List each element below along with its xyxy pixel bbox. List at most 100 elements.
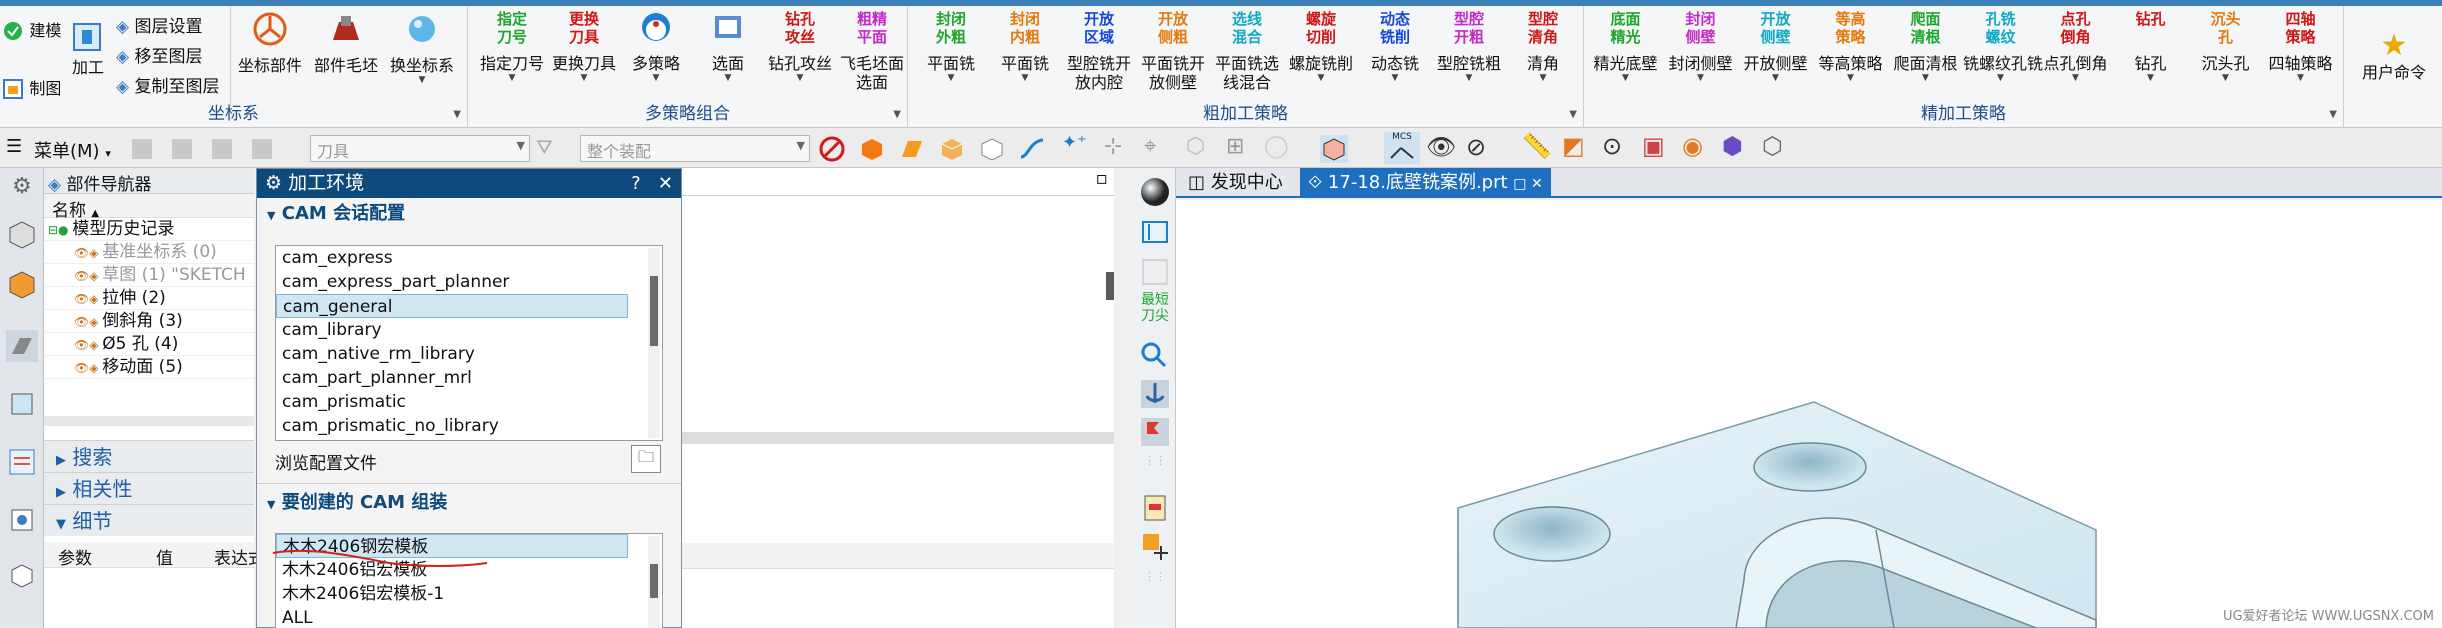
generate-path-icon[interactable] [1139, 416, 1171, 448]
group-expand-icon[interactable]: ▼ [2329, 109, 2337, 120]
filter-icon[interactable]: ⛛ [536, 135, 553, 159]
wireframe-box-icon[interactable] [1320, 135, 1348, 163]
rough-tool-7[interactable]: 型腔 开粗 型腔铣粗 ▼ [1432, 10, 1506, 83]
layer-cube-icon[interactable]: ⬢ [1722, 132, 1743, 160]
tree-node[interactable]: 👁◈ Ø5 孔 (4) [44, 333, 254, 356]
points-icon[interactable]: ✦⁺ [1062, 132, 1087, 153]
inspect-icon[interactable]: ⊙ [1602, 132, 1622, 160]
browse-folder-button[interactable]: 🗀 [631, 445, 661, 473]
config-option[interactable]: cam_express_part_planner [276, 270, 628, 294]
rough-tool-3[interactable]: 开放 侧粗 平面铣开 放侧壁 [1136, 10, 1210, 92]
snap-icon[interactable]: ⊹ [1104, 134, 1122, 159]
config-list[interactable]: cam_express cam_express_part_planner cam_g… [275, 245, 663, 441]
rough-tool-1[interactable]: 封闭 内粗 平面铣 ▼ [988, 10, 1062, 83]
operation-nav-icon[interactable] [6, 446, 38, 478]
config-option[interactable]: cam_native_rm_library [276, 342, 628, 366]
tree-node[interactable]: 👁◈ 拉伸 (2) [44, 287, 254, 310]
tree-node[interactable]: 👁◈ 倒斜角 (3) [44, 310, 254, 333]
tree-node[interactable]: 👁◈ 草图 (1) "SKETCH [44, 264, 254, 287]
setup-scrollbar[interactable] [648, 536, 660, 628]
close-button[interactable]: ✕ [658, 173, 673, 194]
sphere-icon[interactable] [1139, 176, 1171, 208]
part-blank-button[interactable]: 部件毛坯 [314, 10, 378, 75]
solid-body-icon[interactable] [858, 135, 886, 163]
shortest-tool-button[interactable]: 最短 刀尖 [1139, 292, 1171, 332]
modeling-button[interactable]: 建模 [2, 20, 61, 42]
rough-tool-6[interactable]: 动态 铣削 动态铣 ▼ [1358, 10, 1432, 83]
history-icon[interactable] [6, 388, 38, 420]
rough-tool-0[interactable]: 封闭 外粗 平面铣 ▼ [914, 10, 988, 83]
config-option[interactable]: cam_general [276, 294, 628, 318]
snap2-icon[interactable]: ⌖ [1144, 134, 1156, 159]
multi-tool-4[interactable]: 钻孔 攻丝 钻孔攻丝 ▼ [764, 10, 836, 83]
measure-icon[interactable]: ◩ [1562, 132, 1585, 160]
tab-discovery-center[interactable]: ◫ 发现中心 [1180, 168, 1291, 198]
panel-maximize-icon[interactable]: ▫ [682, 168, 1114, 196]
help-button[interactable]: ? [631, 173, 641, 194]
section-dependencies[interactable]: ▶ 相关性 [44, 472, 254, 504]
finish-tool-1[interactable]: 封闭 侧壁 封闭侧壁 ▼ [1663, 10, 1738, 83]
graphics-viewport[interactable]: UG爱好者论坛 WWW.UGSNX.COM [1176, 200, 2442, 628]
setup-option[interactable]: ALL [276, 606, 628, 628]
scroll-thumb[interactable] [650, 276, 658, 346]
part-nav-icon[interactable] [6, 330, 38, 362]
rough-tool-4[interactable]: 选线 混合 平面铣选 线混合 [1210, 10, 1284, 92]
tree-node[interactable]: 👁◈ 移动面 (5) [44, 356, 254, 379]
config-option[interactable]: cam_express [276, 246, 628, 270]
white-box-icon[interactable] [978, 135, 1006, 163]
gear-icon[interactable]: ⚙ [6, 174, 38, 206]
h-scrollbar[interactable] [44, 416, 254, 426]
copy-to-layer-button[interactable]: ◈ 复制至图层 [116, 72, 219, 102]
assembly-scope-combo[interactable]: 整个装配 ▼ [580, 135, 810, 162]
wire-cube-icon[interactable]: ⬡ [1762, 132, 1783, 160]
multi-tool-1[interactable]: 更换 刀具 更换刀具 ▼ [548, 10, 620, 83]
group-expand-icon[interactable]: ▼ [1569, 109, 1577, 120]
box-icon[interactable] [938, 135, 966, 163]
finish-tool-3[interactable]: 等高 策略 等高策略 ▼ [1813, 10, 1888, 83]
rough-tool-8[interactable]: 型腔 清角 清角 ▼ [1506, 10, 1580, 83]
multi-tool-2[interactable]: 多策略 ▼ [620, 10, 692, 83]
setup-option[interactable]: 木木2406铝宏模板-1 [276, 582, 628, 606]
mcs-display-button[interactable]: MCS [1384, 132, 1420, 164]
finish-tool-7[interactable]: 钻孔 钻孔 ▼ [2113, 10, 2188, 83]
menu-button[interactable]: 菜单(M) ▾ [34, 137, 111, 163]
change-coord-button[interactable]: 换坐标系 ▼ [390, 10, 454, 85]
layer-settings-button[interactable]: ◈ 图层设置 [116, 12, 219, 42]
cube-nav-icon[interactable] [6, 560, 38, 592]
anchor-icon[interactable] [1139, 378, 1171, 410]
user-command-button[interactable]: ★ 用户命令 [2354, 28, 2434, 82]
finish-tool-4[interactable]: 爬面 清根 爬面清根 ▼ [1888, 10, 1963, 83]
curve-icon[interactable] [1018, 135, 1046, 163]
hamburger-icon[interactable]: ☰ [6, 136, 22, 157]
tab-part-file[interactable]: ⟐ 17-18.底壁铣案例.prt □ ✕ [1300, 168, 1551, 198]
ruler-icon[interactable]: 📏 [1522, 132, 1552, 160]
clipboard-icon[interactable] [1139, 492, 1171, 524]
session-config-section[interactable]: ▼ CAM 会话配置 [257, 198, 681, 230]
config-option[interactable]: cam_library [276, 318, 628, 342]
tab-close-icon[interactable]: □ ✕ [1513, 176, 1542, 192]
tool-path-icon[interactable] [1139, 216, 1171, 248]
manufacturing-button[interactable]: 加工 [68, 20, 108, 77]
cam-setup-section[interactable]: ▼ 要创建的 CAM 组装 [257, 487, 447, 519]
config-scrollbar[interactable] [648, 248, 660, 438]
face-select-icon[interactable] [898, 135, 926, 163]
disabled-nav-icon[interactable] [1139, 256, 1171, 288]
tree-node[interactable]: 👁◈ 基准坐标系 (0) [44, 241, 254, 264]
finish-tool-0[interactable]: 底面 精光 精光底壁 ▼ [1588, 10, 1663, 83]
tool-filter-combo[interactable]: 刀具 ▼ [310, 135, 530, 162]
multi-tool-0[interactable]: 指定 刀号 指定刀号 ▼ [476, 10, 548, 83]
stop-icon[interactable] [818, 135, 846, 163]
assembly-nav-icon[interactable] [6, 218, 38, 250]
sphere-grey-icon[interactable]: ◯ [1264, 134, 1289, 159]
move-object-icon[interactable] [1139, 530, 1171, 562]
section-details[interactable]: ▼ 细节 [44, 504, 254, 536]
move-to-layer-button[interactable]: ◈ 移至图层 [116, 42, 219, 72]
panel-scroll-thumb[interactable] [1106, 272, 1114, 300]
drafting-button[interactable]: 制图 [2, 78, 61, 100]
config-option[interactable]: cam_part_planner_mrl [276, 366, 628, 390]
finish-tool-2[interactable]: 开放 侧壁 开放侧壁 ▼ [1738, 10, 1813, 83]
analysis-icon[interactable]: ◉ [1682, 132, 1703, 160]
navigator-column-header[interactable]: 名称 ▲ [44, 194, 254, 221]
panel-h-scrollbar[interactable] [682, 432, 1114, 444]
config-option[interactable]: cam_prismatic [276, 390, 628, 414]
